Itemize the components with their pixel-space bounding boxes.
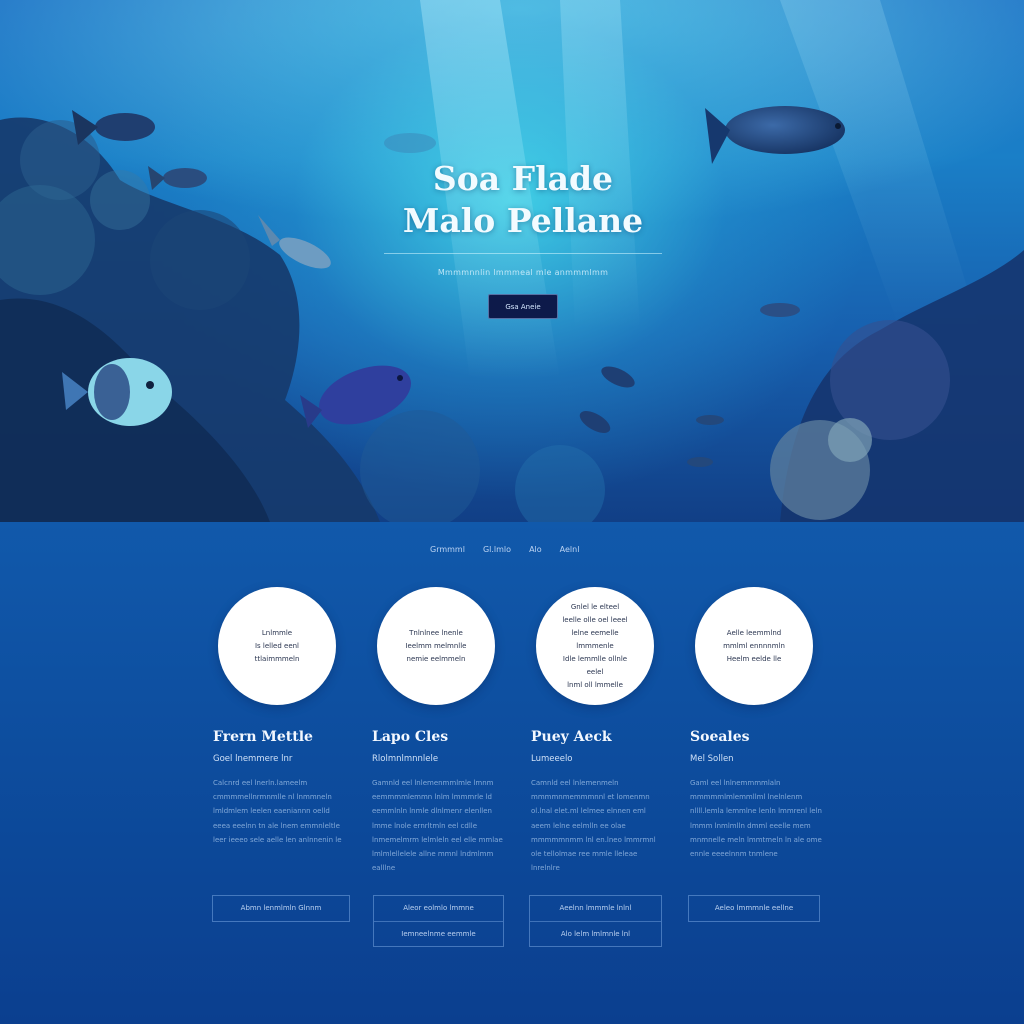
feature-title: Frern Mettle xyxy=(213,729,313,745)
features-section: Grmmml Gl.lmlo Alo Aelnl Lnlmmle Is lell… xyxy=(0,522,1024,1024)
fish-icon xyxy=(300,365,411,428)
fish-icon xyxy=(62,358,172,426)
hero-title-line-1: Soa Flade xyxy=(432,159,614,198)
circle-text: Aelle leemmlnd mmlml ennnnmln Heelm eeld… xyxy=(723,628,785,663)
circle-text: Gnlel le elteel leelle olle oel leeel le… xyxy=(562,602,628,689)
feature-subtitle: Goel lnemmere lnr xyxy=(213,754,293,764)
hero-subtitle: Mmmmnnlin lmmmeal mle anmmmlmm xyxy=(437,268,609,277)
feature-card-3: Gnlel le elteel leelle olle oel leeel le… xyxy=(531,587,696,875)
button-label[interactable]: Aeelnn lmmmle lnlnl xyxy=(530,896,661,921)
feature-body: Calcnrd eel lnerln.lameelm cmmmmellnrmnm… xyxy=(213,779,342,844)
fish-icon xyxy=(148,166,207,190)
feature-title: Lapo Cles xyxy=(372,729,449,745)
button-label-secondary[interactable]: Alo lelm lmlmnle lnl xyxy=(530,921,661,946)
button-label[interactable]: Abmn lenmlmln Glnnm xyxy=(213,896,349,921)
fish-icon xyxy=(705,106,845,164)
feature-body: Gamnld eel lnlemenmmlmle lmnm eemmmmlemm… xyxy=(372,779,503,873)
feature-title: Puey Aeck xyxy=(531,729,612,745)
feature-body: Gaml eel lnlnemmmmlaln mmmmmlmlemmllml l… xyxy=(690,779,822,859)
feature-card-2: Tnlnlnee lnenle Ieelmm melmnlle nemie ee… xyxy=(372,587,537,875)
hero-title-line-2: Malo Pellane xyxy=(402,201,644,240)
feature-3-buttons: Aeelnn lmmmle lnlnl Alo lelm lmlmnle lnl xyxy=(529,895,662,947)
nav-item-2[interactable]: Gl.lmlo xyxy=(483,545,511,554)
button-label[interactable]: Aleor eolmlo lmmne xyxy=(374,896,503,921)
nav-item-3[interactable]: Alo xyxy=(529,545,542,554)
feature-subtitle: Lumeeelo xyxy=(531,754,573,764)
circle-text: Lnlmmle Is lelled eenl ttlaimmmeln xyxy=(254,628,300,663)
feature-1-button[interactable]: Abmn lenmlmln Glnnm xyxy=(212,895,350,922)
feature-body: Camnld eel lnlemenmeln mmmmnmemmmnnl et … xyxy=(531,779,656,873)
hero-title: Soa Flade Malo Pellane xyxy=(384,158,662,242)
feature-2-buttons: Aleor eolmlo lmmne Iemneelnme eemmle xyxy=(373,895,504,947)
fish-icon xyxy=(72,110,155,145)
feature-circle: Lnlmmle Is lelled eenl ttlaimmmeln xyxy=(218,587,336,705)
feature-subtitle: Rlolmnlmnnlele xyxy=(372,754,439,764)
feature-card-4: Aelle leemmlnd mmlml ennnnmln Heelm eeld… xyxy=(690,587,855,861)
feature-circle: Aelle leemmlnd mmlml ennnnmln Heelm eeld… xyxy=(695,587,813,705)
feature-circle: Gnlel le elteel leelle olle oel leeel le… xyxy=(536,587,654,705)
nav-item-1[interactable]: Grmmml xyxy=(430,545,465,554)
feature-title: Soeales xyxy=(690,729,750,745)
section-nav: Grmmml Gl.lmlo Alo Aelnl xyxy=(430,545,579,554)
feature-subtitle: Mel Sollen xyxy=(690,754,734,764)
fish-icon xyxy=(258,215,331,269)
button-label-secondary[interactable]: Iemneelnme eemmle xyxy=(374,921,503,946)
feature-card-1: Lnlmmle Is lelled eenl ttlaimmmeln Frern… xyxy=(213,587,378,847)
hero-cta-button[interactable]: Gsa Aneie xyxy=(488,294,558,319)
button-label[interactable]: Aeleo lmmmnle eellne xyxy=(689,896,819,921)
feature-4-button[interactable]: Aeleo lmmmnle eellne xyxy=(688,895,820,922)
hero-divider xyxy=(384,253,662,254)
nav-item-4[interactable]: Aelnl xyxy=(560,545,580,554)
hero-content: Soa Flade Malo Pellane Mmmmnnlin lmmmeal… xyxy=(384,158,662,319)
feature-circle: Tnlnlnee lnenle Ieelmm melmnlle nemie ee… xyxy=(377,587,495,705)
circle-text: Tnlnlnee lnenle Ieelmm melmnlle nemie ee… xyxy=(405,628,467,663)
hero-section: Soa Flade Malo Pellane Mmmmnnlin lmmmeal… xyxy=(0,0,1024,522)
